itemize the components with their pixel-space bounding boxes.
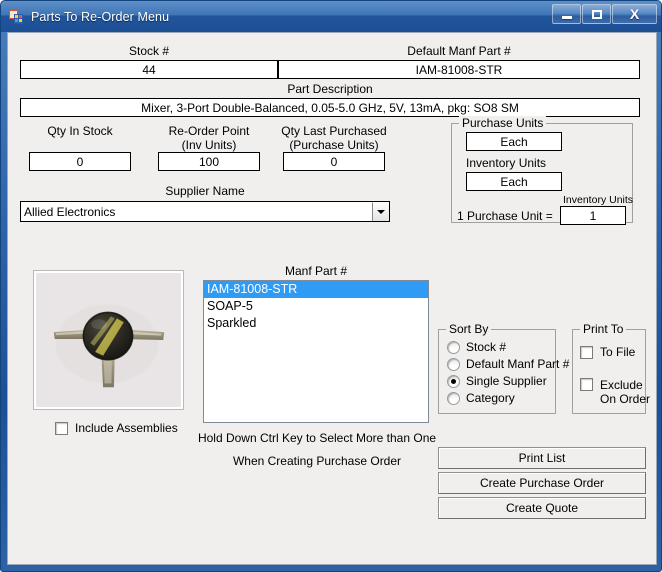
client-area: Stock # 44 Default Manf Part # IAM-81008… bbox=[7, 32, 657, 565]
title-bar[interactable]: Parts To Re-Order Menu X bbox=[1, 1, 661, 32]
sort-by-option-single-supplier[interactable]: Single Supplier bbox=[447, 374, 547, 388]
print-to-file-label: To File bbox=[600, 345, 636, 359]
radio-icon bbox=[447, 340, 460, 354]
part-description-label: Part Description bbox=[287, 82, 373, 96]
sort-by-option-label: Category bbox=[466, 391, 515, 405]
print-to-group: Print To To File Exclude On Order bbox=[572, 322, 650, 414]
qty-last-purchased-input[interactable]: 0 bbox=[283, 152, 385, 171]
sort-by-group-title: Sort By bbox=[446, 322, 492, 336]
window-title: Parts To Re-Order Menu bbox=[31, 9, 170, 24]
create-quote-button[interactable]: Create Quote bbox=[438, 497, 646, 519]
conversion-label: 1 Purchase Unit = bbox=[457, 209, 553, 223]
supplier-name-value: Allied Electronics bbox=[24, 204, 116, 219]
print-list-button[interactable]: Print List bbox=[438, 447, 646, 469]
exclude-on-order-label: Exclude On Order bbox=[600, 378, 650, 406]
manf-part-listbox[interactable]: IAM-81008-STR SOAP-5 Sparkled bbox=[203, 280, 429, 423]
stock-number-input[interactable]: 44 bbox=[20, 60, 278, 79]
list-item[interactable]: SOAP-5 bbox=[204, 298, 428, 315]
exclude-on-order-checkbox[interactable]: Exclude On Order bbox=[580, 378, 650, 406]
reorder-point-input[interactable]: 100 bbox=[158, 152, 260, 171]
sort-by-option-default-manf-part[interactable]: Default Manf Part # bbox=[447, 357, 569, 371]
close-icon: X bbox=[629, 6, 640, 22]
print-to-group-title: Print To bbox=[580, 322, 627, 336]
print-to-file-checkbox[interactable]: To File bbox=[580, 346, 635, 359]
sort-by-option-label: Default Manf Part # bbox=[466, 357, 570, 371]
close-button[interactable]: X bbox=[612, 4, 657, 24]
qty-last-purchased-label-line2: (Purchase Units) bbox=[289, 138, 379, 152]
checkbox-icon bbox=[55, 422, 68, 435]
part-photo[interactable] bbox=[33, 270, 184, 410]
default-manf-part-input[interactable]: IAM-81008-STR bbox=[278, 60, 640, 79]
manf-part-list-label: Manf Part # bbox=[284, 264, 348, 278]
supplier-name-select[interactable]: Allied Electronics bbox=[20, 201, 390, 222]
supplier-name-label: Supplier Name bbox=[165, 184, 245, 198]
purchase-units-input[interactable]: Each bbox=[466, 132, 562, 151]
default-manf-part-label: Default Manf Part # bbox=[407, 44, 511, 58]
minimize-icon bbox=[561, 15, 572, 19]
qty-in-stock-label: Qty In Stock bbox=[47, 124, 113, 138]
sort-by-option-label: Stock # bbox=[466, 340, 507, 354]
exclude-on-order-label-line2: On Order bbox=[600, 392, 651, 406]
maximize-button[interactable] bbox=[582, 4, 611, 24]
list-item[interactable]: Sparkled bbox=[204, 315, 428, 332]
inventory-units-label: Inventory Units bbox=[466, 156, 547, 170]
window-controls: X bbox=[552, 4, 657, 24]
multi-select-hint-line1: Hold Down Ctrl Key to Select More than O… bbox=[197, 431, 437, 445]
multi-select-hint-line2: When Creating Purchase Order bbox=[232, 454, 402, 468]
include-assemblies-label: Include Assemblies bbox=[75, 421, 178, 435]
checkbox-icon bbox=[580, 378, 593, 391]
conversion-caption: Inventory Units bbox=[563, 194, 634, 206]
radio-icon bbox=[447, 357, 460, 371]
part-photo-image bbox=[36, 273, 181, 407]
purchase-units-group-title: Purchase Units bbox=[459, 116, 547, 130]
vb-app-icon bbox=[8, 9, 24, 25]
conversion-value-input[interactable]: 1 bbox=[560, 206, 626, 225]
reorder-point-label-line1: Re-Order Point bbox=[168, 124, 250, 138]
include-assemblies-checkbox[interactable]: Include Assemblies bbox=[55, 422, 178, 435]
sort-by-option-label: Single Supplier bbox=[466, 374, 547, 388]
radio-icon bbox=[447, 391, 460, 405]
sort-by-option-category[interactable]: Category bbox=[447, 391, 515, 405]
qty-last-purchased-label-line1: Qty Last Purchased bbox=[281, 124, 387, 138]
checkbox-icon bbox=[580, 346, 593, 359]
stock-number-label: Stock # bbox=[128, 44, 170, 58]
part-description-input[interactable]: Mixer, 3-Port Double-Balanced, 0.05-5.0 … bbox=[20, 98, 640, 117]
sort-by-group: Sort By Stock # Default Manf Part # Sing… bbox=[438, 322, 569, 414]
application-window: Parts To Re-Order Menu X Stock # 44 Defa… bbox=[0, 0, 662, 572]
radio-icon-selected bbox=[447, 374, 460, 388]
minimize-button[interactable] bbox=[552, 4, 581, 24]
inventory-units-input[interactable]: Each bbox=[466, 172, 562, 191]
sort-by-option-stock-number[interactable]: Stock # bbox=[447, 340, 506, 354]
exclude-on-order-label-line1: Exclude bbox=[600, 378, 643, 392]
purchase-units-group: Purchase Units Each Inventory Units Each… bbox=[451, 116, 634, 225]
create-purchase-order-button[interactable]: Create Purchase Order bbox=[438, 472, 646, 494]
maximize-icon bbox=[591, 9, 602, 19]
list-item[interactable]: IAM-81008-STR bbox=[204, 281, 428, 298]
reorder-point-label-line2: (Inv Units) bbox=[181, 138, 237, 152]
chevron-down-icon[interactable] bbox=[372, 202, 389, 221]
qty-in-stock-input[interactable]: 0 bbox=[29, 152, 131, 171]
